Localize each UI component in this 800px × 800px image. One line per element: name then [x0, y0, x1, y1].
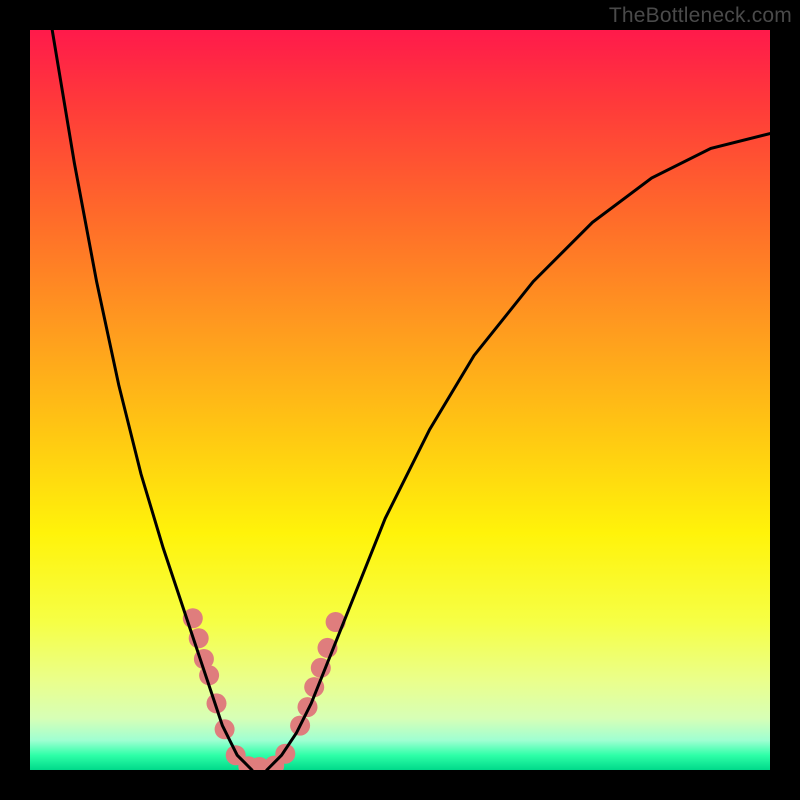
data-marker	[275, 744, 295, 764]
watermark-text: TheBottleneck.com	[609, 4, 792, 28]
plot-area	[30, 30, 770, 770]
curve-svg	[30, 30, 770, 770]
left-curve	[52, 30, 252, 770]
right-curve	[267, 134, 770, 770]
marker-layer	[183, 608, 346, 770]
chart-frame: TheBottleneck.com	[0, 0, 800, 800]
